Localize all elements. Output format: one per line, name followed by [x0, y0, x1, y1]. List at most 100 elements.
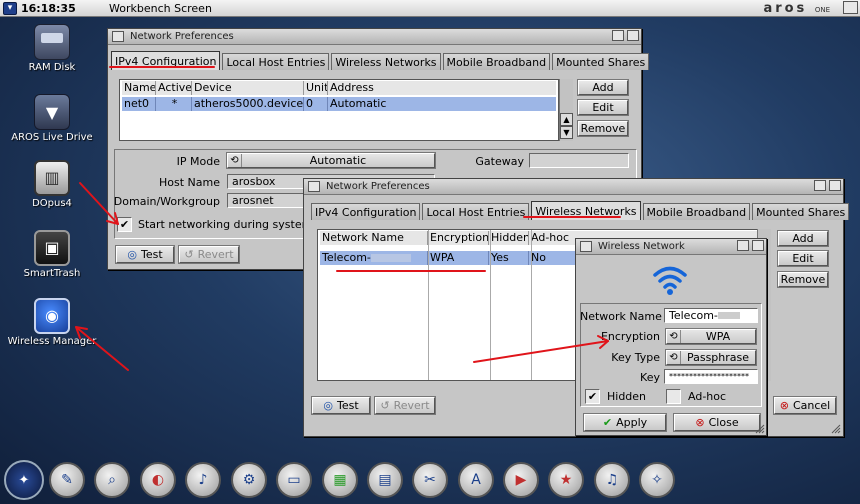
- trash-icon: ▣: [34, 230, 70, 266]
- cancel-button[interactable]: ⊗ Cancel: [773, 396, 837, 415]
- key-field[interactable]: ********************: [664, 369, 758, 384]
- desktop-icon-ram-disk[interactable]: RAM Disk: [2, 24, 102, 73]
- remove-button[interactable]: Remove: [777, 271, 829, 288]
- dock-editor-icon[interactable]: ✎: [49, 462, 85, 498]
- test-icon: ◎: [323, 399, 333, 412]
- window-title-bar[interactable]: Network Preferences: [108, 29, 641, 45]
- hidden-label: Hidden: [607, 390, 647, 403]
- scroll-up-icon[interactable]: ▲: [560, 113, 573, 126]
- remove-button[interactable]: Remove: [577, 120, 629, 137]
- dock-media-icon[interactable]: ♪: [185, 462, 221, 498]
- start-networking-label: Start networking during system: [138, 218, 313, 231]
- cycle-icon: ⟲: [667, 351, 681, 364]
- revert-icon: ↺: [184, 248, 194, 261]
- dock-tools-icon[interactable]: ⚙: [231, 462, 267, 498]
- key-label: Key: [640, 371, 660, 384]
- tab-ipv4-configuration[interactable]: IPv4 Configuration: [311, 203, 421, 220]
- dock-games-icon[interactable]: ★: [548, 462, 584, 498]
- close-gadget-icon[interactable]: [580, 241, 592, 252]
- test-button[interactable]: ◎ Test: [311, 396, 371, 415]
- desktop-icon-dopus4[interactable]: ▥ DOpus4: [2, 160, 102, 209]
- test-icon: ◎: [127, 248, 137, 261]
- tab-bar: IPv4 Configuration Local Host Entries Wi…: [311, 201, 850, 220]
- encryption-cycle[interactable]: ⟲ WPA: [665, 328, 757, 345]
- list-scrollbar[interactable]: ▲ ▼: [559, 79, 573, 141]
- window-gadgets: [737, 240, 764, 251]
- revert-button[interactable]: ↺ Revert: [374, 396, 436, 415]
- wifi-icon: ◉: [34, 298, 70, 334]
- ram-disk-icon: [34, 24, 70, 60]
- network-name-field[interactable]: Telecom-: [664, 308, 758, 323]
- edit-button[interactable]: Edit: [777, 250, 829, 267]
- test-button[interactable]: ◎ Test: [115, 245, 175, 264]
- zoom-gadget-icon[interactable]: [814, 180, 826, 191]
- close-gadget-icon[interactable]: [308, 181, 320, 192]
- zoom-gadget-icon[interactable]: [612, 30, 624, 41]
- tab-mounted-shares[interactable]: Mounted Shares: [552, 53, 650, 70]
- apply-button[interactable]: ✔ Apply: [583, 413, 667, 432]
- screen-depth-gadget[interactable]: [843, 1, 858, 14]
- window-gadgets: [612, 30, 639, 41]
- revert-button[interactable]: ↺ Revert: [178, 245, 240, 264]
- dock-monitor-icon[interactable]: ▭: [276, 462, 312, 498]
- dock-compass-icon[interactable]: ✧: [639, 462, 675, 498]
- checkmark-icon: ✔: [602, 416, 613, 429]
- tab-wireless-networks[interactable]: Wireless Networks: [331, 53, 441, 70]
- resize-gadget-icon[interactable]: [831, 424, 841, 434]
- depth-gadget-icon[interactable]: [627, 30, 639, 41]
- close-icon: ⊗: [695, 416, 705, 429]
- window-title-bar[interactable]: Network Preferences: [304, 179, 843, 195]
- desktop-icon-aros-live-drive[interactable]: ▼ AROS Live Drive: [2, 94, 102, 143]
- dock-ai-icon[interactable]: A: [458, 462, 494, 498]
- depth-gadget-icon[interactable]: [752, 240, 764, 251]
- close-gadget-icon[interactable]: [112, 31, 124, 42]
- clock: 16:18:35: [21, 1, 76, 15]
- interfaces-list[interactable]: Name Active Device Unit Address net0 * a…: [119, 79, 559, 141]
- screen-title-bar: ▾ 16:18:35 Workbench Screen aros ONE: [0, 0, 860, 17]
- adhoc-label: Ad-hoc: [688, 390, 727, 403]
- resize-gadget-icon[interactable]: [755, 424, 765, 434]
- desktop-icon-wireless-manager[interactable]: ◉ Wireless Manager: [2, 298, 102, 347]
- wifi-signal-icon: [652, 261, 688, 297]
- tab-mounted-shares[interactable]: Mounted Shares: [752, 203, 850, 220]
- start-networking-checkbox[interactable]: ✔: [117, 217, 132, 232]
- dock-window-icon[interactable]: ▤: [367, 462, 403, 498]
- dock-tube-icon[interactable]: ▶: [503, 462, 539, 498]
- dock-search-icon[interactable]: ⌕: [94, 462, 130, 498]
- screen-title: Workbench Screen: [109, 1, 212, 15]
- menu-icon[interactable]: ▾: [3, 1, 17, 15]
- gateway-label: Gateway: [475, 155, 524, 168]
- add-button[interactable]: Add: [777, 230, 829, 247]
- cycle-icon: ⟲: [228, 154, 242, 167]
- tab-local-host-entries[interactable]: Local Host Entries: [222, 53, 330, 70]
- edit-button[interactable]: Edit: [577, 99, 629, 116]
- add-button[interactable]: Add: [577, 79, 629, 96]
- gateway-field[interactable]: [529, 153, 629, 168]
- wireless-network-dialog: Wireless Network Network Name Telecom- E…: [575, 238, 767, 436]
- depth-gadget-icon[interactable]: [829, 180, 841, 191]
- dock-scissors-icon[interactable]: ✂: [412, 462, 448, 498]
- hidden-checkbox[interactable]: ✔: [585, 389, 600, 404]
- aros-logo-icon[interactable]: ✦: [4, 460, 44, 500]
- key-type-cycle[interactable]: ⟲ Passphrase: [665, 349, 757, 366]
- encryption-label: Encryption: [600, 330, 660, 343]
- brand-logo: aros ONE: [763, 1, 830, 16]
- tab-mobile-broadband[interactable]: Mobile Broadband: [442, 53, 551, 70]
- tab-wireless-networks[interactable]: Wireless Networks: [531, 201, 641, 220]
- table-row[interactable]: net0 * atheros5000.device 0 Automatic: [122, 97, 556, 111]
- network-name-label: Network Name: [580, 310, 662, 323]
- domain-field[interactable]: arosnet: [227, 193, 307, 208]
- dock-display-icon[interactable]: ▦: [322, 462, 358, 498]
- zoom-gadget-icon[interactable]: [737, 240, 749, 251]
- dock-tunes-icon[interactable]: ♫: [594, 462, 630, 498]
- adhoc-checkbox[interactable]: [666, 389, 681, 404]
- window-title-bar[interactable]: Wireless Network: [576, 239, 766, 255]
- tab-local-host-entries[interactable]: Local Host Entries: [422, 203, 530, 220]
- dock-browser-icon[interactable]: ◐: [140, 462, 176, 498]
- scroll-down-icon[interactable]: ▼: [560, 126, 573, 139]
- tab-mobile-broadband[interactable]: Mobile Broadband: [642, 203, 751, 220]
- close-button[interactable]: ⊗ Close: [673, 413, 761, 432]
- tab-ipv4-configuration[interactable]: IPv4 Configuration: [111, 51, 221, 70]
- desktop-icon-smarttrash[interactable]: ▣ SmartTrash: [2, 230, 102, 279]
- ip-mode-cycle[interactable]: ⟲ Automatic: [226, 152, 436, 169]
